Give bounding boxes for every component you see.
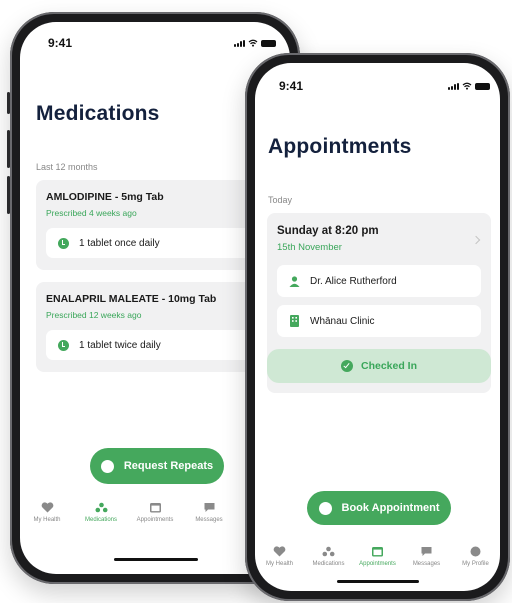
tab-label: My Health <box>265 561 293 567</box>
dosage-pill: 1 tablet once daily <box>46 228 276 258</box>
tab-appointments[interactable]: Appointments <box>354 546 402 567</box>
book-appointment-label: Book Appointment <box>341 502 440 514</box>
tab-appointments[interactable]: Appointments <box>131 502 179 523</box>
home-indicator <box>337 580 419 583</box>
signal-icon <box>234 39 245 47</box>
chevron-right-icon[interactable] <box>471 235 481 245</box>
wifi-icon <box>248 39 258 47</box>
battery-icon <box>261 39 276 47</box>
volume-button <box>7 176 10 214</box>
tab-my-health[interactable]: My Health <box>23 502 71 523</box>
status-bar: 9:41 <box>255 63 500 103</box>
tab-messages[interactable]: Messages <box>185 502 233 523</box>
medication-name: ENALAPRIL MALEATE - 10mg Tab <box>46 293 217 305</box>
book-appointment-button[interactable]: Book Appointment <box>307 491 451 525</box>
request-repeats-button[interactable]: Request Repeats <box>90 448 224 484</box>
period-label: Last 12 months <box>36 162 98 172</box>
clinic-row: Whānau Clinic <box>277 305 481 337</box>
battery-icon <box>475 82 490 90</box>
heart-icon <box>273 546 286 557</box>
clock-icon <box>58 339 69 351</box>
pills-icon <box>95 502 107 513</box>
checked-in-label: Checked In <box>360 360 418 372</box>
tab-label: My Health <box>33 517 61 523</box>
clinic-name: Whānau Clinic <box>310 315 375 327</box>
tab-medications[interactable]: Medications <box>77 502 125 523</box>
signal-icon <box>448 82 459 90</box>
dosage-pill: 1 tablet twice daily <box>46 330 276 360</box>
person-icon <box>289 275 300 287</box>
tab-label: Medications <box>84 517 117 523</box>
check-icon <box>340 360 353 372</box>
appointments-screen: 9:41 Appointments Today Sunday at 8:20 p… <box>255 63 500 591</box>
dosage-text: 1 tablet twice daily <box>79 339 161 351</box>
tab-my-health[interactable]: My Health <box>256 546 304 567</box>
appointment-when: Sunday at 8:20 pm <box>277 225 379 237</box>
calendar-icon <box>149 503 161 513</box>
page-title: Appointments <box>268 135 412 158</box>
status-icons <box>448 82 490 90</box>
medication-prescribed: Prescribed 12 weeks ago <box>46 310 142 320</box>
tab-label: My Profile <box>462 561 489 567</box>
repeat-icon <box>100 459 114 473</box>
tab-bar: My Health Medications Appointments Messa… <box>255 546 500 567</box>
building-icon <box>290 315 299 327</box>
dosage-text: 1 tablet once daily <box>79 237 160 249</box>
medication-prescribed: Prescribed 4 weeks ago <box>46 208 137 218</box>
status-time: 9:41 <box>279 79 304 93</box>
page-title: Medications <box>36 102 160 125</box>
status-icons <box>234 39 276 47</box>
chat-icon <box>204 503 214 512</box>
tab-my-profile[interactable]: My Profile <box>452 546 500 567</box>
appointment-card[interactable]: Sunday at 8:20 pm 15th November Dr. Alic… <box>267 213 491 393</box>
clock-icon <box>58 237 69 249</box>
chat-icon <box>421 547 432 556</box>
tab-label: Medications <box>312 561 345 567</box>
section-label: Today <box>268 195 293 205</box>
profile-icon <box>470 546 481 557</box>
home-indicator <box>114 558 198 561</box>
tab-medications[interactable]: Medications <box>305 546 353 567</box>
tab-label: Messages <box>412 561 441 567</box>
doctor-row: Dr. Alice Rutherford <box>277 265 481 297</box>
volume-button <box>7 130 10 168</box>
tab-label: Messages <box>195 517 223 523</box>
checked-in-badge: Checked In <box>267 349 491 383</box>
wifi-icon <box>462 82 472 90</box>
tab-label: Appointments <box>359 561 396 567</box>
side-button <box>7 92 10 114</box>
tab-label: Appointments <box>136 517 174 523</box>
plus-icon <box>318 501 332 515</box>
pills-icon <box>322 546 335 557</box>
front-phone-frame: 9:41 Appointments Today Sunday at 8:20 p… <box>245 53 510 601</box>
status-time: 9:41 <box>48 36 73 50</box>
calendar-icon <box>372 547 383 557</box>
doctor-name: Dr. Alice Rutherford <box>310 275 397 287</box>
tab-messages[interactable]: Messages <box>403 546 451 567</box>
medication-name: AMLODIPINE - 5mg Tab <box>46 191 164 203</box>
appointment-date: 15th November <box>277 242 342 253</box>
status-bar: 9:41 <box>20 22 290 62</box>
heart-icon <box>41 502 53 513</box>
request-repeats-label: Request Repeats <box>123 460 214 472</box>
